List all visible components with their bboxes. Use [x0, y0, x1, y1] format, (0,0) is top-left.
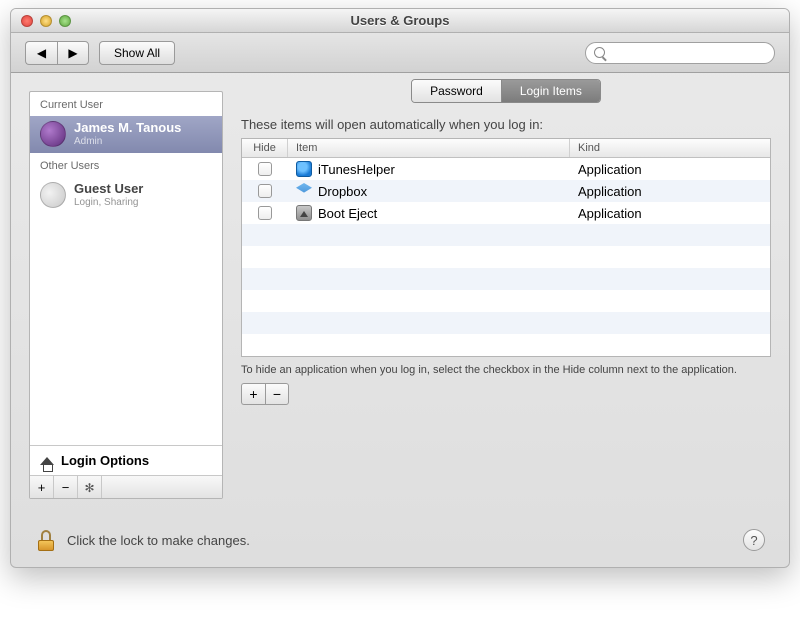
item-kind: Application — [570, 206, 770, 221]
search-icon — [594, 47, 605, 58]
booteject-icon — [296, 205, 312, 221]
item-kind: Application — [570, 184, 770, 199]
remove-item-button[interactable]: − — [265, 383, 289, 405]
forward-button[interactable]: ▶ — [57, 41, 89, 65]
home-icon — [40, 457, 54, 465]
hide-checkbox[interactable] — [258, 162, 272, 176]
login-items-table: Hide Item Kind iTunesHelperApplicationDr… — [241, 138, 771, 357]
actions-menu-button[interactable] — [78, 476, 102, 498]
item-name: Dropbox — [318, 184, 367, 199]
table-row-empty — [242, 224, 770, 246]
add-remove-controls: + − — [241, 383, 771, 405]
item-name: iTunesHelper — [318, 162, 395, 177]
close-button[interactable] — [21, 15, 33, 27]
table-row-empty — [242, 268, 770, 290]
minimize-button[interactable] — [40, 15, 52, 27]
user-name: James M. Tanous — [74, 121, 181, 135]
table-row-empty — [242, 246, 770, 268]
table-row[interactable]: Dropbox Application — [242, 180, 770, 202]
avatar — [40, 182, 66, 208]
hide-checkbox[interactable] — [258, 206, 272, 220]
sidebar-user-current[interactable]: James M. Tanous Admin — [30, 116, 222, 153]
hint-text: To hide an application when you log in, … — [241, 363, 771, 377]
col-item[interactable]: Item — [288, 139, 570, 157]
item-kind: Application — [570, 162, 770, 177]
user-name: Guest User — [74, 182, 143, 196]
itunes-icon — [296, 161, 312, 177]
current-user-header: Current User — [30, 92, 222, 116]
help-button[interactable]: ? — [743, 529, 765, 551]
back-button[interactable]: ◀ — [25, 41, 57, 65]
nav-buttons: ◀ ▶ — [25, 41, 89, 65]
col-hide[interactable]: Hide — [242, 139, 288, 157]
zoom-button[interactable] — [59, 15, 71, 27]
login-options-label: Login Options — [61, 453, 149, 468]
instruction-text: These items will open automatically when… — [241, 117, 771, 132]
col-kind[interactable]: Kind — [570, 139, 770, 157]
table-row-empty — [242, 312, 770, 334]
titlebar[interactable]: Users & Groups — [11, 9, 789, 33]
tab-password[interactable]: Password — [412, 80, 502, 102]
search-input[interactable] — [610, 46, 766, 60]
sidebar-actions: + − — [30, 475, 222, 498]
users-sidebar: Current User James M. Tanous Admin Other… — [29, 91, 223, 499]
add-user-button[interactable]: + — [30, 476, 54, 498]
user-role: Login, Sharing — [74, 197, 143, 208]
hide-checkbox[interactable] — [258, 184, 272, 198]
window-controls — [11, 15, 71, 27]
dropbox-icon — [296, 183, 312, 199]
preferences-window: Users & Groups ◀ ▶ Show All Current User… — [10, 8, 790, 568]
sidebar-user-guest[interactable]: Guest User Login, Sharing — [30, 177, 222, 214]
table-row[interactable]: iTunesHelper Application — [242, 158, 770, 180]
tab-login-items[interactable]: Login Items — [502, 80, 600, 102]
table-row[interactable]: Boot Eject Application — [242, 202, 770, 224]
lock-message: Click the lock to make changes. — [67, 533, 250, 548]
add-item-button[interactable]: + — [241, 383, 265, 405]
other-users-header: Other Users — [30, 153, 222, 177]
tab-segment: Password Login Items — [411, 79, 601, 103]
show-all-button[interactable]: Show All — [99, 41, 175, 65]
toolbar: ◀ ▶ Show All — [11, 33, 789, 73]
table-header: Hide Item Kind — [242, 139, 770, 158]
table-row-empty — [242, 334, 770, 356]
login-options-row[interactable]: Login Options — [30, 445, 222, 475]
footer: Click the lock to make changes. ? — [11, 517, 789, 567]
remove-user-button[interactable]: − — [54, 476, 78, 498]
item-name: Boot Eject — [318, 206, 377, 221]
search-field[interactable] — [585, 42, 775, 64]
table-row-empty — [242, 290, 770, 312]
avatar — [40, 121, 66, 147]
window-title: Users & Groups — [11, 13, 789, 28]
main-panel: Password Login Items These items will op… — [241, 91, 771, 499]
lock-icon[interactable] — [35, 529, 57, 551]
user-role: Admin — [74, 136, 181, 147]
